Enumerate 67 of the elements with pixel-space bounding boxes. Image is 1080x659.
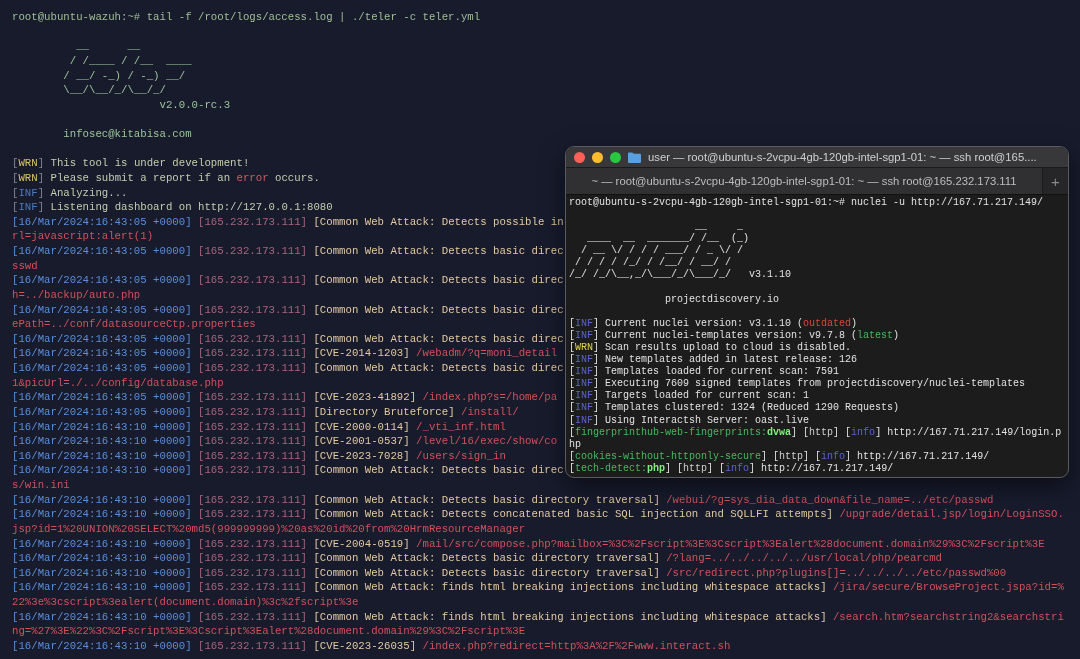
log-line-continuation: sswd xyxy=(12,259,38,272)
log-line-continuation: 22%3e%3cscript%3ealert(document.domain)%3c%2fscript%3e xyxy=(12,596,359,608)
terminal-line: [WRN] Please submit a report if an error occurs. xyxy=(12,171,320,184)
terminal-line: [WRN] Scan results upload to cloud is disabled. xyxy=(569,341,852,353)
log-line: [16/Mar/2024:16:43:10 +0000] [165.232.173.111] [CVE-2000-0114] /_vti_inf.html xyxy=(12,420,506,433)
log-line: [16/Mar/2024:16:43:10 +0000] [165.232.173.111] [Common Web Attack: finds html breaking injections including whitespace attacks] /jira/secure/BrowseProject.jspa?id=% xyxy=(12,581,1064,594)
ascii-logo-line: / / / / /_/ / /__/ / __/ / xyxy=(574,257,732,269)
log-line: [16/Mar/2024:16:43:10 +0000] [165.232.173.111] [CVE-2004-0519] /mail/src/compose.php?mailbox=%3C%2Fscript%3E%3Cscript%3Ealert%28document.domain%29%3C%2Fscript%3E xyxy=(12,537,1045,550)
terminal-line: projectdiscovery.io xyxy=(664,293,780,305)
log-line: [16/Mar/2024:16:43:05 +0000] [165.232.173.111] [CVE-2023-41892] /index.php?s=/home/pa xyxy=(12,391,558,404)
log-line: [16/Mar/2024:16:43:10 +0000] [165.232.173.111] [CVE-2001-0537] /level/16/exec/show/co xyxy=(12,435,558,448)
log-line-continuation: jsp?id=1%20UNION%20SELECT%20md5(999999999)%20as%20id%20from%20HrmResourceManager xyxy=(12,522,526,535)
ascii-logo-line: / __ \/ / / / ___/ / _ \/ / xyxy=(580,245,744,257)
log-line-continuation: ePath=../conf/datasourceCtp.properties xyxy=(12,318,256,331)
log-line-continuation: rl=javascript:alert(1) xyxy=(12,230,154,243)
ascii-logo-line: / /____ / /__ ____ xyxy=(68,54,192,67)
command-line: root@ubuntu-s-2vcpu-4gb-120gb-intel-sgp1-01:~# nuclei -u http://167.71.217.149/ xyxy=(569,196,1044,208)
terminal-line: [INF] Listening dashboard on http://127.0.0.1:8080 xyxy=(12,201,333,214)
ascii-logo-line: __ __ xyxy=(75,40,141,53)
ascii-logo-line: __ _ xyxy=(694,221,744,233)
terminal-line: [INF] Current nuclei version: v3.1.10 (outdated) xyxy=(569,317,858,329)
log-line: [fingerprinthub-web-fingerprints:dvwa] [http] [info] http://167.71.217.149/login.p xyxy=(569,426,1062,438)
log-line: [16/Mar/2024:16:43:05 +0000] [165.232.173.111] [Common Web Attack: Detects basic direc xyxy=(12,245,564,257)
log-line-continuation: hp xyxy=(569,438,581,450)
log-line: [16/Mar/2024:16:43:05 +0000] [165.232.173.111] [Common Web Attack: Detects basic direc xyxy=(12,362,564,374)
log-line: [16/Mar/2024:16:43:10 +0000] [165.232.173.111] [Common Web Attack: Detects basic directory traversal] /src/redirect.php?plugins[]=../../../../etc/passwd%00 xyxy=(12,566,1007,579)
close-button[interactable] xyxy=(574,151,585,163)
terminal-line: [INF] Executing 7609 signed templates from projectdiscovery/nuclei-templates xyxy=(569,378,1026,390)
log-line: [16/Mar/2024:16:43:05 +0000] [165.232.173.111] [Common Web Attack: Detects basic direc xyxy=(12,303,564,316)
log-line-continuation: ng=%27%3E%22%3C%2Fscript%3E%3Cscript%3Ealert%28document.domain%29%3C%2Fscript%3E xyxy=(12,625,526,638)
log-line: [16/Mar/2024:16:43:10 +0000] [165.232.173.111] [Common Web Attack: finds html breaking injections including whitespace attacks] /search.htm?searchstring2&searchstri xyxy=(12,610,1064,623)
terminal-line: [INF] Current nuclei-templates version: v9.7.8 (latest) xyxy=(569,329,900,341)
log-line: [16/Mar/2024:16:43:05 +0000] [165.232.173.111] [Common Web Attack: Detects possible in xyxy=(12,215,564,228)
terminal-line: [INF] Using Interactsh Server: oast.live xyxy=(569,414,810,426)
log-line: [16/Mar/2024:16:43:05 +0000] [165.232.173.111] [Common Web Attack: Detects basic direc xyxy=(12,332,564,345)
ascii-logo-line: / __/ -_) / -_) __/ xyxy=(62,69,186,82)
folder-icon xyxy=(628,151,641,163)
log-line: [16/Mar/2024:16:43:10 +0000] [165.232.173.111] [CVE-2023-26035] /index.php?redirect=http%3A%2F%2Fwww.interact.sh xyxy=(12,639,731,652)
log-line: [16/Mar/2024:16:43:10 +0000] [165.232.173.111] [Common Web Attack: Detects basic direc xyxy=(12,464,564,477)
terminal-line: [INF] Templates clustered: 1324 (Reduced 1290 Requests) xyxy=(569,402,900,414)
window-title: user — root@ubuntu-s-2vcpu-4gb-120gb-intel-sgp1-01: ~ — ssh root@165.... xyxy=(648,151,1037,164)
log-line: [16/Mar/2024:16:43:05 +0000] [165.232.173.111] [CVE-2014-1203] /webadm/?q=moni_detail xyxy=(12,347,558,360)
log-line: [tech-detect:php] [http] [info] http://167.71.217.149/ xyxy=(569,462,894,474)
terminal-line: infosec@kitabisa.com xyxy=(62,128,192,140)
terminal-line: [INF] Targets loaded for current scan: 1 xyxy=(569,390,810,402)
terminal-line: [INF] Templates loaded for current scan: 7591 xyxy=(569,366,840,378)
log-line: [16/Mar/2024:16:43:10 +0000] [165.232.173.111] [Common Web Attack: Detects concatenated basic SQL injection and SQLLFI attempts] /upgrade/detail.jsp/login/LoginSSO. xyxy=(12,508,1064,521)
ascii-logo-line: \__/\__/_/\__/_/ xyxy=(62,84,166,97)
log-line: [16/Mar/2024:16:43:05 +0000] [165.232.173.111] [Directory Bruteforce] /install/ xyxy=(12,405,519,418)
terminal-line: [WRN] This tool is under development! xyxy=(12,157,250,170)
log-line: [16/Mar/2024:16:43:05 +0000] [165.232.173.111] [Common Web Attack: Detects basic direc xyxy=(12,274,564,287)
log-line-continuation: h=../backup/auto.php xyxy=(12,288,141,301)
log-line-continuation: 1&picUrl=./../config/database.php xyxy=(12,376,224,389)
terminal-tab[interactable]: ~ — root@ubuntu-s-2vcpu-4gb-120gb-intel-sgp1-01: ~ — ssh root@165.232.173.111 xyxy=(566,168,1042,194)
log-line: [16/Mar/2024:16:43:10 +0000] [165.232.173.111] [Common Web Attack: Detects basic directory traversal] /webui/?g=sys_dia_data_down&file_name=../etc/passwd xyxy=(12,493,994,506)
terminal-line: [INF] New templates added in latest release: 126 xyxy=(569,354,858,366)
minimize-button[interactable] xyxy=(592,151,603,163)
log-line: [cookies-without-httponly-secure] [http] [info] http://167.71.217.149/ xyxy=(569,450,990,462)
log-line: [16/Mar/2024:16:43:10 +0000] [165.232.173.111] [CVE-2023-7028] /users/sign_in xyxy=(12,449,506,462)
log-line-continuation: s/win.ini xyxy=(12,479,70,491)
command-line: root@ubuntu-wazuh:~# tail -f /root/logs/access.log | ./teler -c teler.yml xyxy=(12,11,481,23)
ascii-logo-line: /_/ /_/\__,_/\___/_/\___/_/ v3.1.10 xyxy=(569,269,792,281)
zoom-button[interactable] xyxy=(610,151,621,163)
terminal-line: [INF] Analyzing... xyxy=(12,186,128,199)
log-line: [16/Mar/2024:16:43:10 +0000] [165.232.173.111] [Common Web Attack: Detects basic directory traversal] /?lang=../../../../../usr/local/php/pearcmd xyxy=(12,552,942,565)
version-text: v2.0.0-rc.3 xyxy=(158,98,231,111)
ascii-logo-line: ____ __ _______/ /__ (_) xyxy=(586,233,750,245)
